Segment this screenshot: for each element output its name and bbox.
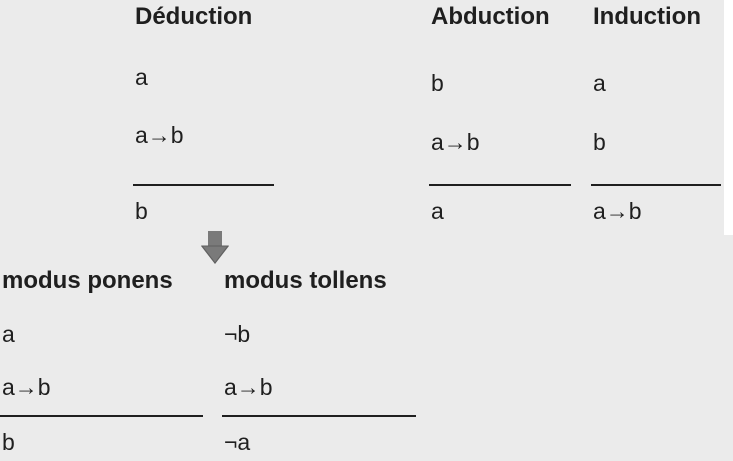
modus-ponens-title: modus ponens bbox=[2, 267, 173, 294]
modus-tollens-inference-line bbox=[222, 415, 416, 417]
modus-tollens-conclusion: ¬a bbox=[224, 429, 251, 455]
modus-tollens-premise-2: a→b bbox=[224, 374, 273, 400]
modus-ponens-conclusion: b bbox=[2, 429, 15, 455]
modus-tollens-premise-1: ¬b bbox=[224, 321, 251, 347]
induction-conclusion: a→b bbox=[593, 198, 642, 224]
abduction-title: Abduction bbox=[431, 3, 550, 30]
induction-title: Induction bbox=[593, 3, 701, 30]
induction-inference-line bbox=[591, 184, 721, 186]
abduction-inference-line bbox=[429, 184, 571, 186]
abduction-conclusion: a bbox=[431, 198, 444, 224]
induction-premise-2: b bbox=[593, 129, 606, 155]
modus-ponens-premise-2: a→b bbox=[2, 374, 51, 400]
abduction-premise-1: b bbox=[431, 70, 444, 96]
modus-ponens-premise-1: a bbox=[2, 321, 15, 347]
down-arrow-icon bbox=[201, 231, 229, 264]
deduction-title: Déduction bbox=[135, 3, 253, 30]
deduction-premise-2: a→b bbox=[135, 122, 184, 148]
deduction-premise-1: a bbox=[135, 64, 148, 90]
modus-ponens-inference-line bbox=[0, 415, 203, 417]
modus-tollens-title: modus tollens bbox=[224, 267, 387, 294]
induction-premise-1: a bbox=[593, 70, 606, 96]
deduction-conclusion: b bbox=[135, 198, 148, 224]
deduction-inference-line bbox=[133, 184, 274, 186]
abduction-premise-2: a→b bbox=[431, 129, 480, 155]
